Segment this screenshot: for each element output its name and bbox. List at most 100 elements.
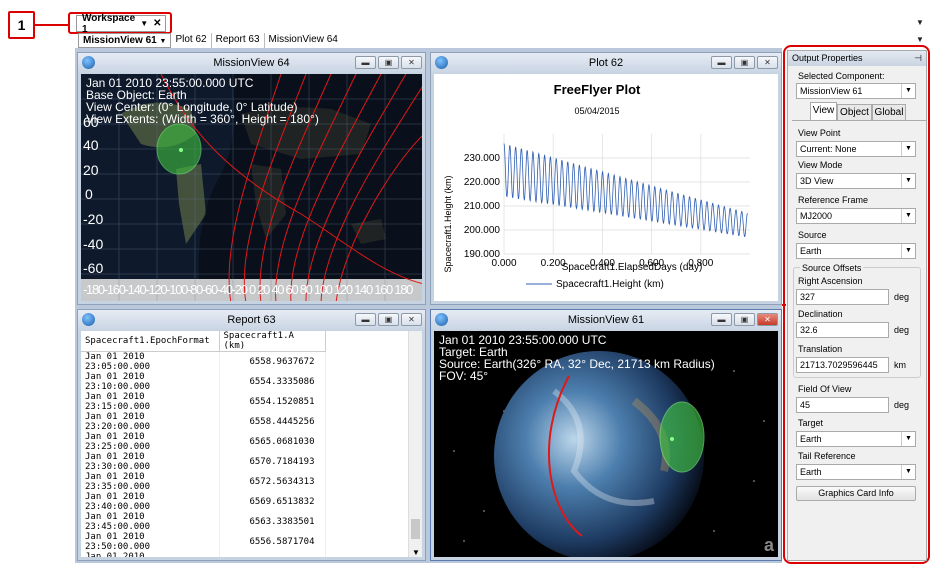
lat-tick: 0	[85, 186, 93, 202]
window-titlebar[interactable]: MissionView 64 ▬ ▣ ✕	[78, 53, 425, 73]
report-63-window: Report 63 ▬ ▣ ✕ Spacecraft1.EpochFormat …	[77, 309, 426, 561]
selected-component-select[interactable]: MissionView 61 ▼	[796, 83, 916, 99]
minimize-button[interactable]: ▬	[711, 313, 732, 326]
source-select[interactable]: Earth ▼	[796, 243, 916, 259]
reference-frame-select[interactable]: MJ2000 ▼	[796, 208, 916, 224]
select-value: Earth	[800, 246, 822, 256]
minimize-button[interactable]: ▬	[711, 56, 732, 69]
vertical-scrollbar[interactable]: ▼	[408, 331, 422, 557]
series-line	[503, 143, 748, 238]
overlay-line: FOV: 45°	[439, 369, 489, 383]
sma-cell: 6570.7184193	[219, 452, 326, 472]
tab-object[interactable]: Object	[837, 104, 872, 120]
column-header[interactable]: Spacecraft1.A (km)	[219, 331, 326, 352]
ground-track-map[interactable]: Jan 01 2010 23:55:00.000 UTC Base Object…	[81, 74, 422, 301]
plot-area[interactable]: FreeFlyer Plot 05/04/2015 190.000 200.000…	[434, 74, 778, 301]
tab-global[interactable]: Global	[872, 104, 906, 120]
sma-cell: 6556.5871704	[219, 532, 326, 552]
tab-missionview-61[interactable]: MissionView 61 ▼	[78, 33, 172, 48]
table-row[interactable]: Jan 01 2010 23:20:00.000 6558.4445256	[81, 412, 326, 432]
chevron-down-icon[interactable]: ▼	[901, 84, 915, 98]
table-row[interactable]: Jan 01 2010 23:15:00.000 6554.1520851	[81, 392, 326, 412]
epoch-cell: Jan 01 2010 23:50:00.000	[81, 532, 220, 552]
field-of-view-label: Field Of View	[798, 384, 852, 394]
tab-label: MissionView 61	[83, 35, 157, 46]
table-row[interactable]: Jan 01 2010 23:35:00.000 6572.5634313	[81, 472, 326, 492]
tab-missionview-64[interactable]: MissionView 64	[265, 33, 342, 48]
chevron-down-icon[interactable]: ▼	[901, 142, 915, 156]
tab-plot-62[interactable]: Plot 62	[171, 33, 212, 48]
window-titlebar[interactable]: MissionView 61 ▬ ▣ ✕	[431, 310, 781, 330]
table-row[interactable]: Jan 01 2010 23:50:00.000 6556.5871704	[81, 532, 326, 552]
window-titlebar[interactable]: Report 63 ▬ ▣ ✕	[78, 310, 425, 330]
minimize-button[interactable]: ▬	[355, 313, 376, 326]
3d-view[interactable]: a Jan 01 2010 23:55:00.000 UTC Target: E…	[434, 331, 778, 557]
maximize-button[interactable]: ▣	[734, 313, 755, 326]
close-button[interactable]: ✕	[401, 313, 422, 326]
epoch-cell: Jan 01 2010 23:30:00.000	[81, 452, 220, 472]
table-row[interactable]: Jan 01 2010 23:25:00.000 6565.0681030	[81, 432, 326, 452]
tail-reference-select[interactable]: Earth ▼	[796, 464, 916, 480]
table-row[interactable]: Jan 01 2010 23:10:00.000 6554.3335086	[81, 372, 326, 392]
chevron-down-icon[interactable]: ▼	[901, 432, 915, 446]
epoch-cell: Jan 01 2010 23:55:00.000	[81, 552, 220, 557]
lat-tick: -20	[83, 211, 104, 227]
graphics-card-info-button[interactable]: Graphics Card Info	[796, 486, 916, 501]
epoch-cell: Jan 01 2010 23:40:00.000	[81, 492, 220, 512]
chevron-down-icon[interactable]: ▼	[901, 209, 915, 223]
close-button[interactable]: ✕	[757, 313, 778, 326]
table-row[interactable]: Jan 01 2010 23:55:00.0006552.5584578	[81, 552, 326, 557]
scroll-thumb[interactable]	[411, 519, 420, 539]
scroll-down-icon[interactable]: ▼	[409, 548, 422, 557]
select-value: Earth	[800, 434, 822, 444]
epoch-cell: Jan 01 2010 23:20:00.000	[81, 412, 220, 432]
sma-cell: 6563.3383501	[219, 512, 326, 532]
view-mode-label: View Mode	[798, 160, 843, 170]
callout-1: 1	[8, 11, 35, 39]
table-row[interactable]: Jan 01 2010 23:30:00.000 6570.7184193	[81, 452, 326, 472]
maximize-button[interactable]: ▣	[378, 56, 399, 69]
y-axis-label: Spacecraft1.Height (km)	[443, 175, 453, 272]
select-value: Earth	[800, 467, 822, 477]
panel-title: Output Properties	[792, 53, 863, 63]
epoch-cell: Jan 01 2010 23:25:00.000	[81, 432, 220, 452]
maximize-button[interactable]: ▣	[734, 56, 755, 69]
target-select[interactable]: Earth ▼	[796, 431, 916, 447]
table-row[interactable]: Jan 01 2010 23:45:00.000 6563.3383501	[81, 512, 326, 532]
maximize-button[interactable]: ▣	[378, 313, 399, 326]
tab-view[interactable]: View	[810, 102, 837, 121]
select-value: 3D View	[800, 176, 834, 186]
panel-header: Output Properties ⊣	[788, 51, 926, 66]
workspace-tab[interactable]: Workspace 1 ▼ ✕	[76, 12, 166, 35]
sma-cell: 6558.9637672	[219, 351, 326, 372]
close-button[interactable]: ✕	[757, 56, 778, 69]
chevron-down-icon[interactable]: ▼	[901, 174, 915, 188]
chevron-down-icon[interactable]: ▼	[140, 19, 148, 28]
close-button[interactable]: ✕	[401, 56, 422, 69]
pin-icon[interactable]: ⊣	[914, 51, 922, 66]
workspace-overflow-icon[interactable]: ▼	[916, 18, 924, 27]
table-row[interactable]: Jan 01 2010 23:40:00.000 6569.6513832	[81, 492, 326, 512]
translation-input[interactable]: 21713.7029596445	[796, 357, 889, 373]
globe-icon	[82, 313, 95, 326]
tab-report-63[interactable]: Report 63	[212, 33, 265, 48]
view-mode-select[interactable]: 3D View ▼	[796, 173, 916, 189]
sma-cell: 6565.0681030	[219, 432, 326, 452]
chevron-down-icon[interactable]: ▼	[901, 465, 915, 479]
view-point-select[interactable]: Current: None ▼	[796, 141, 916, 157]
sma-cell: 6554.3335086	[219, 372, 326, 392]
field-of-view-input[interactable]: 45	[796, 397, 889, 413]
column-header[interactable]: Spacecraft1.EpochFormat	[81, 331, 220, 352]
chevron-down-icon[interactable]: ▼	[160, 38, 167, 45]
lat-tick: 60	[83, 114, 99, 130]
declination-input[interactable]: 32.6	[796, 322, 889, 338]
workspace-tab-label: Workspace 1	[82, 12, 136, 35]
close-icon[interactable]: ✕	[153, 18, 161, 29]
table-row[interactable]: Jan 01 2010 23:05:00.000 6558.9637672	[81, 351, 326, 372]
chevron-down-icon[interactable]: ▼	[901, 244, 915, 258]
report-table-container[interactable]: Spacecraft1.EpochFormat Spacecraft1.A (k…	[81, 331, 422, 557]
window-titlebar[interactable]: Plot 62 ▬ ▣ ✕	[431, 53, 781, 73]
right-ascension-input[interactable]: 327	[796, 289, 889, 305]
tabs-overflow-icon[interactable]: ▼	[916, 35, 924, 44]
minimize-button[interactable]: ▬	[355, 56, 376, 69]
